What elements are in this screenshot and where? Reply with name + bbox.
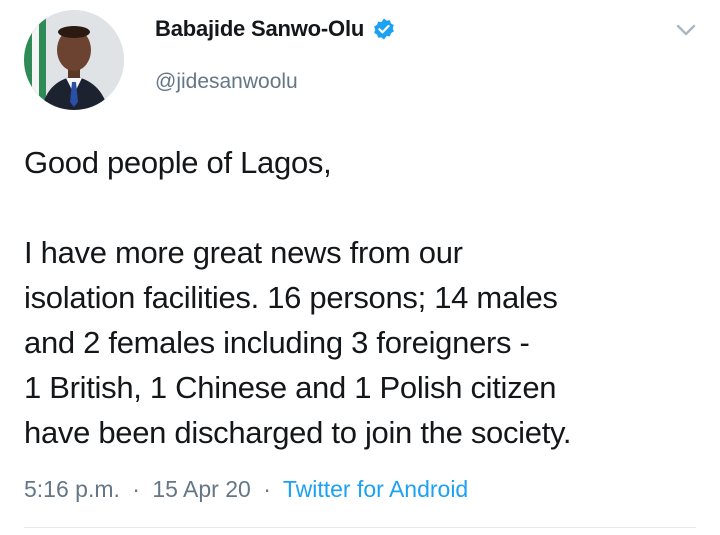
meta-separator: · [132, 476, 140, 502]
tweet-line: and 2 females including 3 foreigners - [24, 325, 530, 360]
tweet-line: I have more great news from our [24, 235, 463, 270]
tweet-date[interactable]: 15 Apr 20 [152, 476, 250, 502]
profile-photo [24, 10, 124, 110]
tweet-meta: 5:16 p.m. · 15 Apr 20 · Twitter for Andr… [24, 476, 468, 503]
tweet-time[interactable]: 5:16 p.m. [24, 476, 120, 502]
display-name[interactable]: Babajide Sanwo-Olu [155, 16, 364, 42]
tweet-line: 1 British, 1 Chinese and 1 Polish citize… [24, 370, 557, 405]
tweet-body: Good people of Lagos, I have more great … [24, 140, 704, 455]
divider [24, 527, 696, 528]
tweet-source-link[interactable]: Twitter for Android [283, 476, 468, 502]
verified-badge-icon [374, 18, 394, 40]
tweet-greeting: Good people of Lagos, [24, 145, 332, 180]
tweet-line: have been discharged to join the society… [24, 415, 572, 450]
avatar[interactable] [24, 10, 124, 110]
meta-separator: · [263, 476, 271, 502]
author-name-row[interactable]: Babajide Sanwo-Olu [155, 16, 396, 42]
user-handle[interactable]: @jidesanwoolu [155, 70, 298, 94]
tweet-line: isolation facilities. 16 persons; 14 mal… [24, 280, 558, 315]
chevron-down-icon[interactable] [672, 20, 700, 40]
